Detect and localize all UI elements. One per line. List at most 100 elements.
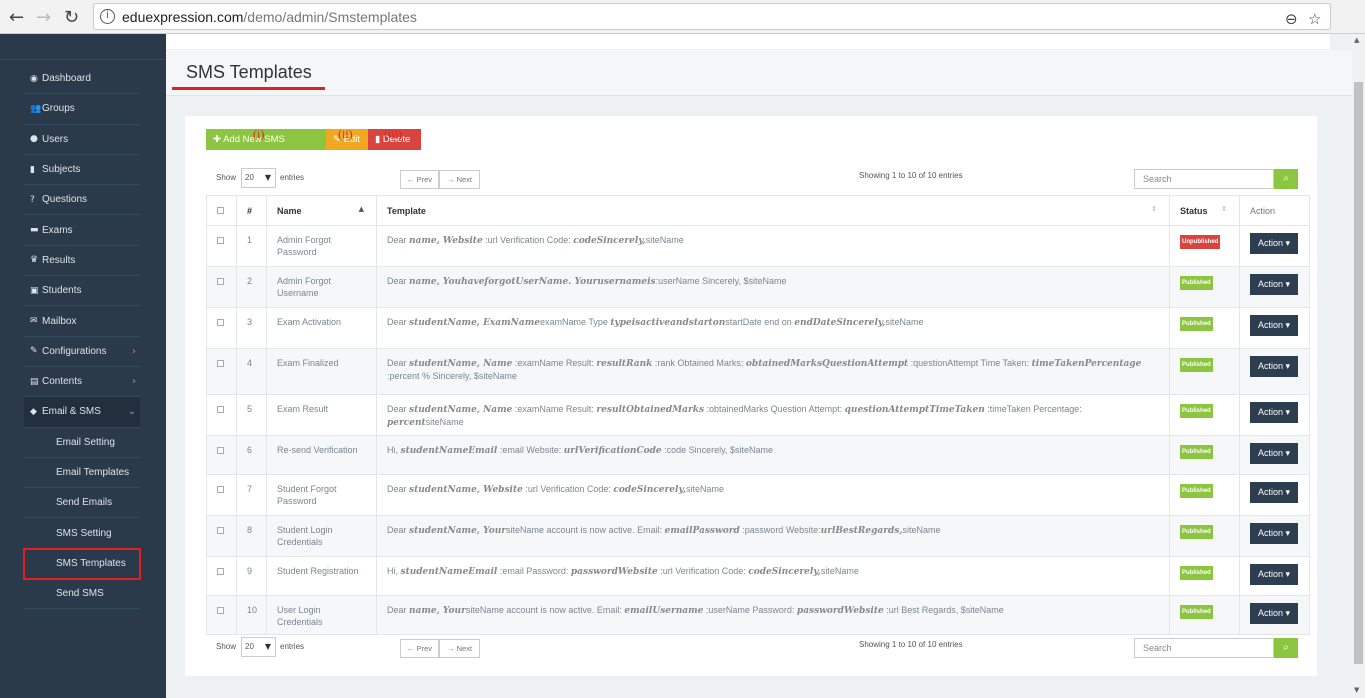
col-action: Action: [1239, 195, 1310, 226]
template-text: Hi,: [387, 566, 401, 576]
students-icon: ▣: [30, 285, 39, 296]
bookmark-star-icon[interactable]: ☆: [1308, 10, 1321, 28]
row-select-cell[interactable]: [206, 556, 237, 596]
info-icon[interactable]: i: [100, 9, 115, 24]
search-icon[interactable]: ⌕: [1274, 169, 1298, 189]
sidebar-item-configurations[interactable]: ✎ Configurations ›: [24, 337, 140, 367]
action-dropdown-button[interactable]: Action ▾: [1250, 356, 1299, 377]
template-text: examName Type: [539, 317, 611, 327]
sidebar-item-exams[interactable]: ▬ Exams: [24, 215, 140, 246]
action-dropdown-button[interactable]: Action ▾: [1250, 315, 1299, 336]
template-placeholder: name, YouhaveforgotUserName. Yourusernam…: [409, 277, 656, 287]
question-icon: ?: [30, 194, 35, 205]
page-scrollbar[interactable]: ▲ ▼: [1352, 34, 1365, 698]
sidebar-subitem-sms-setting[interactable]: SMS Setting: [24, 518, 140, 549]
top-strip: [166, 34, 1352, 50]
row-action: Action ▾: [1239, 225, 1310, 267]
scroll-down-icon[interactable]: ▼: [1354, 686, 1359, 694]
prev-button[interactable]: ← Prev: [400, 170, 439, 189]
row-checkbox[interactable]: [217, 360, 224, 367]
row-select-cell[interactable]: [206, 348, 237, 395]
page-size-select[interactable]: 20 ▼: [241, 637, 276, 657]
edit-button[interactable]: ✎ Edit (ii): [326, 127, 368, 150]
zoom-icon[interactable]: ⊖: [1285, 10, 1298, 28]
sidebar-item-contents[interactable]: ▤ Contents ›: [24, 367, 140, 398]
sidebar-subitem-email-setting[interactable]: Email Setting: [24, 428, 140, 458]
row-checkbox[interactable]: [217, 607, 224, 614]
add-sms-template-button[interactable]: ✚ Add New SMS Template (i): [206, 127, 326, 166]
row-name: Student Registration: [266, 556, 377, 596]
action-dropdown-button[interactable]: Action ▾: [1250, 233, 1299, 254]
row-select-cell[interactable]: [206, 307, 237, 349]
sidebar-subitem-send-sms[interactable]: Send SMS: [24, 579, 140, 610]
template-text: Hi,: [387, 445, 401, 455]
template-placeholder: urlVerificationCode: [563, 446, 662, 456]
row-status: Published: [1169, 348, 1240, 395]
row-checkbox[interactable]: [217, 486, 224, 493]
col-template[interactable]: Template ⇕: [376, 195, 1170, 226]
row-select-cell[interactable]: [206, 266, 237, 308]
row-checkbox[interactable]: [217, 278, 224, 285]
action-dropdown-button[interactable]: Action ▾: [1250, 482, 1299, 503]
search-input[interactable]: Search: [1134, 638, 1274, 658]
next-button[interactable]: → Next: [439, 639, 480, 658]
forward-icon[interactable]: →: [36, 7, 51, 28]
action-dropdown-button[interactable]: Action ▾: [1250, 274, 1299, 295]
reload-icon[interactable]: ↻: [64, 7, 79, 28]
page-size-select[interactable]: 20 ▼: [241, 168, 276, 188]
search-icon[interactable]: ⌕: [1274, 638, 1298, 658]
row-action: Action ▾: [1239, 266, 1310, 308]
row-select-cell[interactable]: [206, 595, 237, 635]
row-checkbox[interactable]: [217, 447, 224, 454]
row-name: Admin Forgot Password: [266, 225, 377, 267]
row-select-cell[interactable]: [206, 394, 237, 436]
action-dropdown-button[interactable]: Action ▾: [1250, 603, 1299, 624]
next-button[interactable]: → Next: [439, 170, 480, 189]
sidebar-subitem-email-templates[interactable]: Email Templates: [24, 458, 140, 489]
select-all-header[interactable]: [206, 195, 237, 226]
col-status[interactable]: Status ⇕: [1169, 195, 1240, 226]
col-name[interactable]: Name ▲: [266, 195, 377, 226]
back-icon[interactable]: ←: [9, 7, 24, 28]
row-template: Dear name, YoursiteName account is now a…: [376, 595, 1170, 635]
row-select-cell[interactable]: [206, 474, 237, 516]
address-bar[interactable]: i eduexpression.com/demo/admin/Smstempla…: [93, 3, 1331, 30]
action-dropdown-button[interactable]: Action ▾: [1250, 443, 1299, 464]
action-dropdown-button[interactable]: Action ▾: [1250, 564, 1299, 585]
sidebar-item-mailbox[interactable]: ✉ Mailbox: [24, 306, 140, 337]
template-placeholder: passwordWebsite: [796, 606, 884, 616]
row-select-cell[interactable]: [206, 435, 237, 475]
sidebar-item-email-sms[interactable]: ◆ Email & SMS ⌄: [24, 397, 140, 428]
action-dropdown-button[interactable]: Action ▾: [1250, 402, 1299, 423]
url-path: /demo/admin/Smstemplates: [243, 9, 417, 25]
sidebar-subitem-sms-templates[interactable]: SMS Templates: [23, 547, 141, 581]
row-select-cell[interactable]: [206, 225, 237, 267]
template-text: siteName account is now active. Email:: [465, 605, 625, 615]
sidebar-item-users[interactable]: ● Users: [24, 125, 140, 155]
showing-info: Showing 1 to 10 of 10 entries: [859, 640, 963, 649]
row-checkbox[interactable]: [217, 319, 224, 326]
template-text: :obtainedMarks Question Attempt:: [704, 404, 845, 414]
search-input[interactable]: Search: [1134, 169, 1274, 189]
sidebar-subitem-send-emails[interactable]: Send Emails: [24, 488, 140, 519]
action-dropdown-button[interactable]: Action ▾: [1250, 523, 1299, 544]
row-checkbox[interactable]: [217, 406, 224, 413]
row-checkbox[interactable]: [217, 237, 224, 244]
sidebar-item-subjects[interactable]: ▮ Subjects: [24, 155, 140, 186]
scroll-up-icon[interactable]: ▲: [1354, 36, 1359, 44]
row-num: 2: [236, 266, 267, 308]
row-checkbox[interactable]: [217, 527, 224, 534]
sidebar-item-dashboard[interactable]: ◉ Dashboard: [24, 64, 140, 95]
col-num[interactable]: #: [236, 195, 267, 226]
delete-button[interactable]: ▮ Delete (iii): [368, 127, 421, 150]
row-checkbox[interactable]: [217, 568, 224, 575]
prev-button[interactable]: ← Prev: [400, 639, 439, 658]
scroll-thumb[interactable]: [1354, 82, 1363, 664]
sidebar-item-results[interactable]: ♛ Results: [24, 246, 140, 277]
sidebar-item-students[interactable]: ▣ Students: [24, 276, 140, 307]
select-all-checkbox[interactable]: [217, 206, 224, 214]
template-placeholder: percent: [387, 418, 426, 428]
sidebar-item-groups[interactable]: 👥 Groups: [24, 94, 140, 125]
row-select-cell[interactable]: [206, 515, 237, 557]
sidebar-item-questions[interactable]: ? Questions: [24, 185, 140, 216]
